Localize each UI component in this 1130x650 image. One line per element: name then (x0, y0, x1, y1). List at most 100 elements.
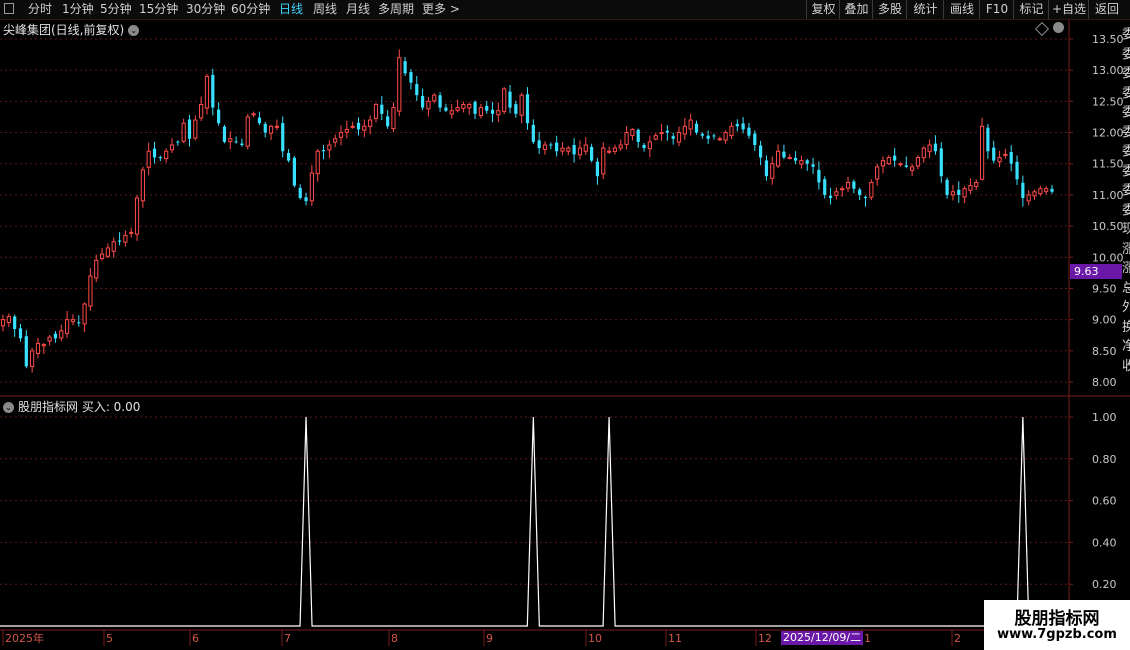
candle-body (77, 322, 81, 324)
candle-body (1032, 191, 1037, 197)
candle-body (193, 119, 198, 139)
y-tick-label: 10.50 (1092, 220, 1124, 233)
candle-body (858, 189, 862, 195)
candle-body (176, 141, 180, 143)
candle-body (647, 141, 652, 150)
indicator-y-tick-label: 1.00 (1092, 411, 1117, 424)
candle-body (1050, 188, 1054, 192)
candle-body (945, 179, 949, 195)
candle-body (793, 157, 798, 161)
candle-body (688, 119, 693, 130)
candle-body (700, 133, 704, 136)
candle-body (24, 336, 28, 367)
candle-body (461, 103, 466, 109)
candle-body (723, 132, 728, 141)
candle-body (315, 150, 320, 175)
candle-body (694, 123, 699, 133)
strip-char-3: 委 (1122, 85, 1130, 101)
candle-body (298, 187, 302, 199)
candle-body (1038, 188, 1043, 195)
candle-body (799, 160, 804, 165)
candle-body (514, 104, 518, 114)
candle-body (251, 113, 256, 116)
candle-body (682, 125, 687, 135)
candle-body (753, 133, 757, 146)
watermark-url: www.7gpzb.com (997, 627, 1117, 642)
candle-body (117, 240, 122, 242)
candle-body (828, 195, 833, 199)
watermark-title: 股朋指标网 (1014, 609, 1100, 629)
candle-body (927, 144, 932, 153)
candle-body (350, 125, 355, 128)
candle-body (362, 125, 367, 131)
candle-body (915, 156, 921, 167)
candle-body (805, 160, 809, 164)
candle-body (875, 166, 880, 180)
indicator-y-tick-label: 0.40 (1092, 536, 1117, 549)
candle-body (426, 100, 431, 110)
strip-char-9: 委 (1122, 202, 1130, 218)
candle-body (478, 107, 483, 116)
candle-body (228, 138, 233, 143)
candle-body (590, 146, 594, 161)
candle-body (1026, 194, 1031, 202)
candle-body (338, 132, 344, 138)
candle-body (30, 350, 35, 367)
candle-body (47, 336, 52, 342)
candle-body (531, 124, 535, 142)
candle-body (583, 144, 588, 152)
candle-body (676, 132, 682, 143)
x-tick-label: 10 (588, 632, 602, 645)
strip-char-1: 委 (1122, 46, 1130, 62)
candle-body (169, 144, 175, 151)
candle-body (957, 189, 961, 195)
candle-body (438, 95, 442, 108)
candle-body (309, 172, 314, 202)
candle-body (508, 91, 512, 108)
candle-body (211, 74, 215, 108)
y-tick-label: 11.50 (1092, 158, 1124, 171)
indicator-y-tick-label: 0.80 (1092, 453, 1117, 466)
candle-body (665, 130, 669, 133)
candle-body (1003, 153, 1008, 156)
candle-body (811, 164, 815, 167)
candle-body (187, 119, 192, 139)
candle-body (111, 241, 116, 252)
candle-body (409, 72, 413, 83)
candle-body (653, 135, 658, 140)
candle-body (268, 125, 274, 134)
candle-body (782, 151, 786, 158)
candle-body (612, 147, 618, 152)
candle-body (373, 103, 379, 119)
candle-body (618, 144, 623, 149)
strip-char-16: 净 (1122, 339, 1130, 354)
candle-body (217, 109, 221, 124)
candle-body (741, 123, 745, 130)
candle-body (455, 107, 460, 111)
candle-body (70, 319, 76, 323)
indicator-y-tick-label: 0.60 (1092, 495, 1117, 508)
candle-body (140, 169, 145, 202)
candle-body (1009, 152, 1013, 164)
candle-body (82, 303, 87, 325)
candle-body (432, 94, 437, 102)
candle-body (415, 84, 419, 96)
candle-body (921, 147, 926, 159)
candle-body (41, 344, 46, 347)
candle-body (992, 147, 996, 161)
candle-body (485, 105, 489, 111)
candle-body (636, 129, 640, 142)
strip-char-10: 现 (1122, 222, 1130, 237)
candle-body (327, 144, 332, 151)
candle-body (898, 163, 903, 166)
candle-body (735, 123, 739, 127)
x-tick-label: 7 (284, 632, 291, 645)
candle-body (886, 156, 891, 165)
chevron-down-icon[interactable]: ⌄ (3, 402, 14, 413)
candle-body (659, 132, 664, 135)
date-cursor-label: 2025/12/09/二 (781, 631, 864, 645)
y-tick-label: 8.50 (1092, 345, 1117, 358)
candle-body (759, 145, 763, 158)
candle-body (274, 125, 280, 128)
strip-char-0: 委 (1122, 27, 1130, 42)
